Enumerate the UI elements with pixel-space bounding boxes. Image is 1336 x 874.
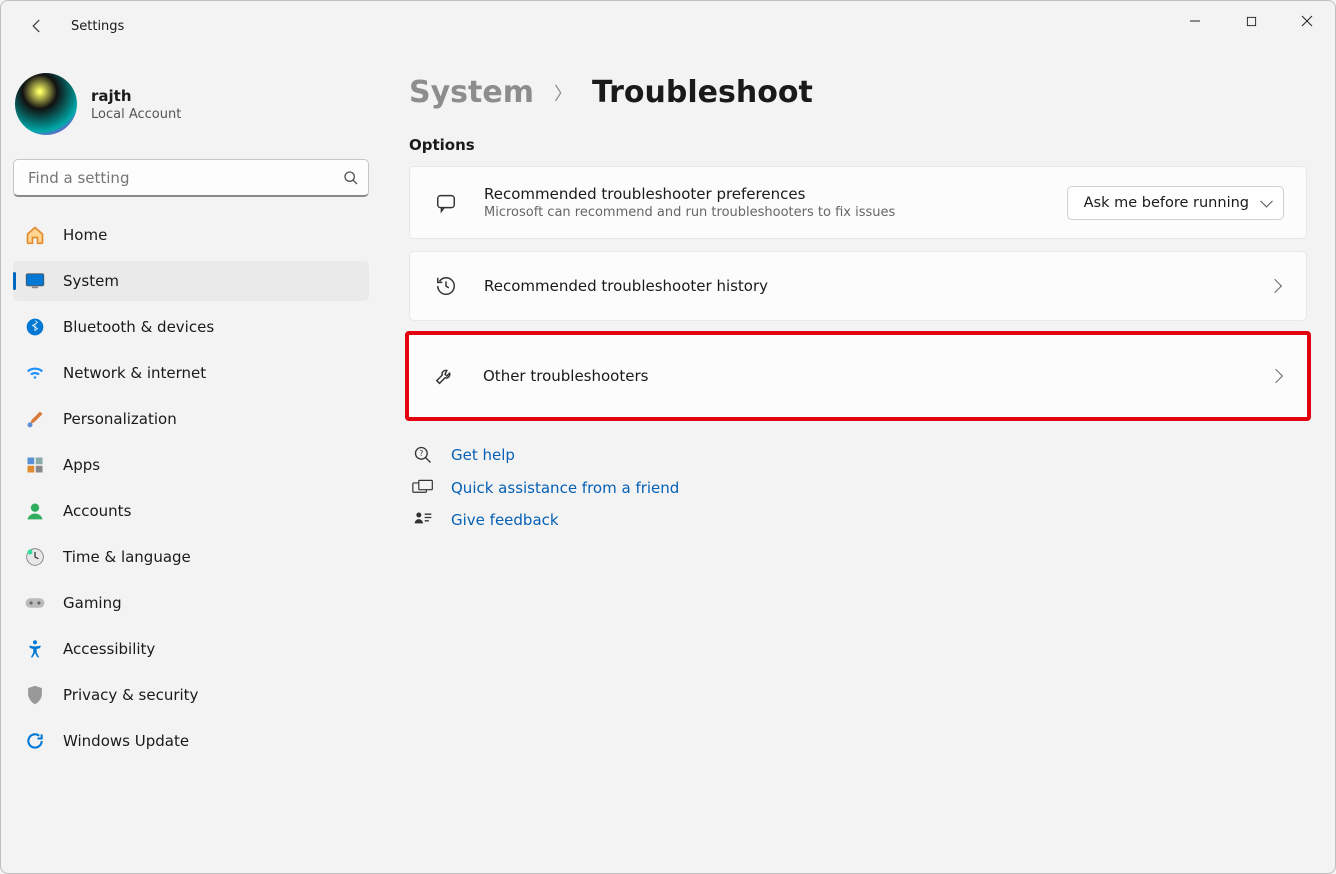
person-icon (23, 499, 47, 523)
dropdown-value: Ask me before running (1084, 195, 1249, 211)
search-input[interactable] (13, 159, 369, 197)
sidebar-item-gaming[interactable]: Gaming (13, 583, 369, 623)
sidebar-item-label: Bluetooth & devices (63, 318, 214, 336)
main-content: System 〉 Troubleshoot Options Recommende… (381, 51, 1335, 873)
back-button[interactable] (19, 8, 55, 44)
sidebar-item-update[interactable]: Windows Update (13, 721, 369, 761)
card-title: Recommended troubleshooter preferences (484, 185, 1067, 203)
section-label: Options (409, 136, 1307, 154)
sidebar-item-label: Accessibility (63, 640, 155, 658)
window-title: Settings (71, 19, 124, 34)
close-icon (1301, 15, 1313, 27)
sidebar-item-accessibility[interactable]: Accessibility (13, 629, 369, 669)
card-title: Recommended troubleshooter history (484, 277, 1258, 295)
update-icon (23, 729, 47, 753)
svg-text:?: ? (419, 449, 423, 458)
brush-icon (23, 407, 47, 431)
search-icon (343, 170, 359, 186)
card-other-troubleshooters[interactable]: Other troubleshooters (409, 335, 1307, 417)
window-controls (1167, 1, 1335, 41)
home-icon (23, 223, 47, 247)
user-name: rajth (91, 87, 181, 105)
minimize-button[interactable] (1167, 1, 1223, 41)
bluetooth-icon (23, 315, 47, 339)
sidebar-item-label: Privacy & security (63, 686, 198, 704)
wrench-icon (431, 365, 459, 387)
breadcrumb: System 〉 Troubleshoot (409, 75, 1307, 110)
sidebar-item-personalization[interactable]: Personalization (13, 399, 369, 439)
back-arrow-icon (28, 17, 46, 35)
gamepad-icon (23, 591, 47, 615)
help-links: ? Get help Quick assistance from a frien… (409, 445, 1307, 529)
chevron-right-icon: 〉 (554, 80, 572, 106)
settings-window: Settings rajth Local Account (0, 0, 1336, 874)
card-title: Other troubleshooters (483, 367, 1259, 385)
link-feedback[interactable]: Give feedback (409, 511, 1307, 529)
link-text: Quick assistance from a friend (451, 479, 679, 497)
recommended-dropdown[interactable]: Ask me before running (1067, 186, 1284, 220)
sidebar-item-time[interactable]: Time & language (13, 537, 369, 577)
user-subtitle: Local Account (91, 107, 181, 122)
link-text: Get help (451, 446, 515, 464)
close-button[interactable] (1279, 1, 1335, 41)
card-history[interactable]: Recommended troubleshooter history (409, 251, 1307, 321)
shield-icon (23, 683, 47, 707)
sidebar-item-bluetooth[interactable]: Bluetooth & devices (13, 307, 369, 347)
sidebar-item-apps[interactable]: Apps (13, 445, 369, 485)
chevron-right-icon (1268, 279, 1282, 293)
minimize-icon (1189, 15, 1201, 27)
search-wrap (13, 159, 369, 197)
sidebar-item-label: System (63, 272, 119, 290)
chat-icon (432, 192, 460, 214)
monitors-icon (409, 479, 437, 497)
titlebar: Settings (1, 1, 1335, 51)
sidebar-item-label: Network & internet (63, 364, 206, 382)
breadcrumb-current: Troubleshoot (592, 75, 813, 110)
sidebar-item-accounts[interactable]: Accounts (13, 491, 369, 531)
sidebar-item-label: Home (63, 226, 107, 244)
card-recommended-prefs[interactable]: Recommended troubleshooter preferences M… (409, 166, 1307, 239)
link-text: Give feedback (451, 511, 559, 529)
link-get-help[interactable]: ? Get help (409, 445, 1307, 465)
sidebar: rajth Local Account Home System (1, 51, 381, 873)
history-icon (432, 275, 460, 297)
sidebar-item-network[interactable]: Network & internet (13, 353, 369, 393)
breadcrumb-parent[interactable]: System (409, 75, 534, 110)
sidebar-item-label: Time & language (63, 548, 191, 566)
sidebar-item-label: Windows Update (63, 732, 189, 750)
sidebar-item-system[interactable]: System (13, 261, 369, 301)
apps-icon (23, 453, 47, 477)
help-icon: ? (409, 445, 437, 465)
feedback-icon (409, 511, 437, 529)
nav-list: Home System Bluetooth & devices Network … (13, 215, 369, 767)
maximize-icon (1246, 16, 1257, 27)
maximize-button[interactable] (1223, 1, 1279, 41)
sidebar-item-label: Gaming (63, 594, 122, 612)
system-icon (23, 269, 47, 293)
link-quick-assist[interactable]: Quick assistance from a friend (409, 479, 1307, 497)
sidebar-item-label: Apps (63, 456, 100, 474)
sidebar-item-label: Accounts (63, 502, 131, 520)
sidebar-item-label: Personalization (63, 410, 177, 428)
card-subtitle: Microsoft can recommend and run troubles… (484, 205, 1067, 220)
accessibility-icon (23, 637, 47, 661)
sidebar-item-privacy[interactable]: Privacy & security (13, 675, 369, 715)
user-account-block[interactable]: rajth Local Account (13, 65, 369, 153)
avatar (15, 73, 77, 135)
clock-icon (23, 545, 47, 569)
sidebar-item-home[interactable]: Home (13, 215, 369, 255)
chevron-right-icon (1269, 369, 1283, 383)
highlight-annotation: Other troubleshooters (405, 331, 1311, 421)
options-list: Recommended troubleshooter preferences M… (409, 166, 1307, 325)
wifi-icon (23, 361, 47, 385)
